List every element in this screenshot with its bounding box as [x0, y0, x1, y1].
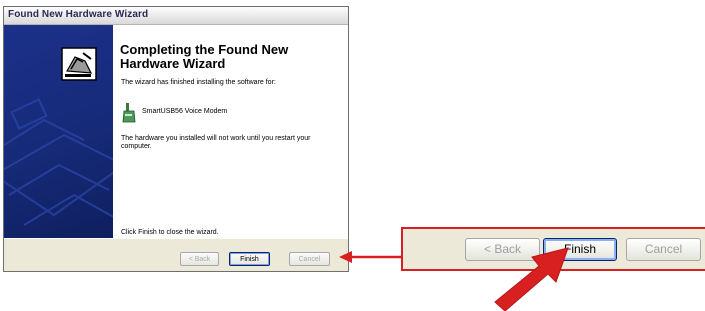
modem-icon [122, 102, 136, 124]
title-bar[interactable]: Found New Hardware Wizard [4, 7, 348, 25]
back-button[interactable]: < Back [180, 252, 219, 266]
cancel-button[interactable]: Cancel [289, 252, 330, 266]
hardware-wizard-icon [61, 47, 97, 81]
wizard-side-panel [4, 25, 113, 238]
restart-text: The hardware you installed will not work… [121, 135, 311, 150]
installed-text: The wizard has finished installing the s… [121, 79, 276, 86]
zoomed-button-callout: < Back Finish Cancel [401, 227, 705, 271]
device-name: SmartUSB56 Voice Modem [142, 108, 228, 115]
wizard-window: Found New Hardware Wizard Completing the… [3, 6, 349, 272]
window-title: Found New Hardware Wizard [8, 9, 149, 20]
button-bar: < Back Finish Cancel [4, 238, 348, 271]
close-text: Click Finish to close the wizard. [121, 229, 219, 236]
wizard-content: Completing the Found New Hardware Wizard… [114, 25, 348, 238]
page-title: Completing the Found New Hardware Wizard [120, 42, 289, 71]
finish-button[interactable]: Finish [229, 252, 270, 266]
zoom-finish-button[interactable]: Finish [543, 238, 617, 261]
zoom-cancel-button[interactable]: Cancel [626, 238, 701, 261]
zoom-back-button[interactable]: < Back [465, 238, 540, 261]
